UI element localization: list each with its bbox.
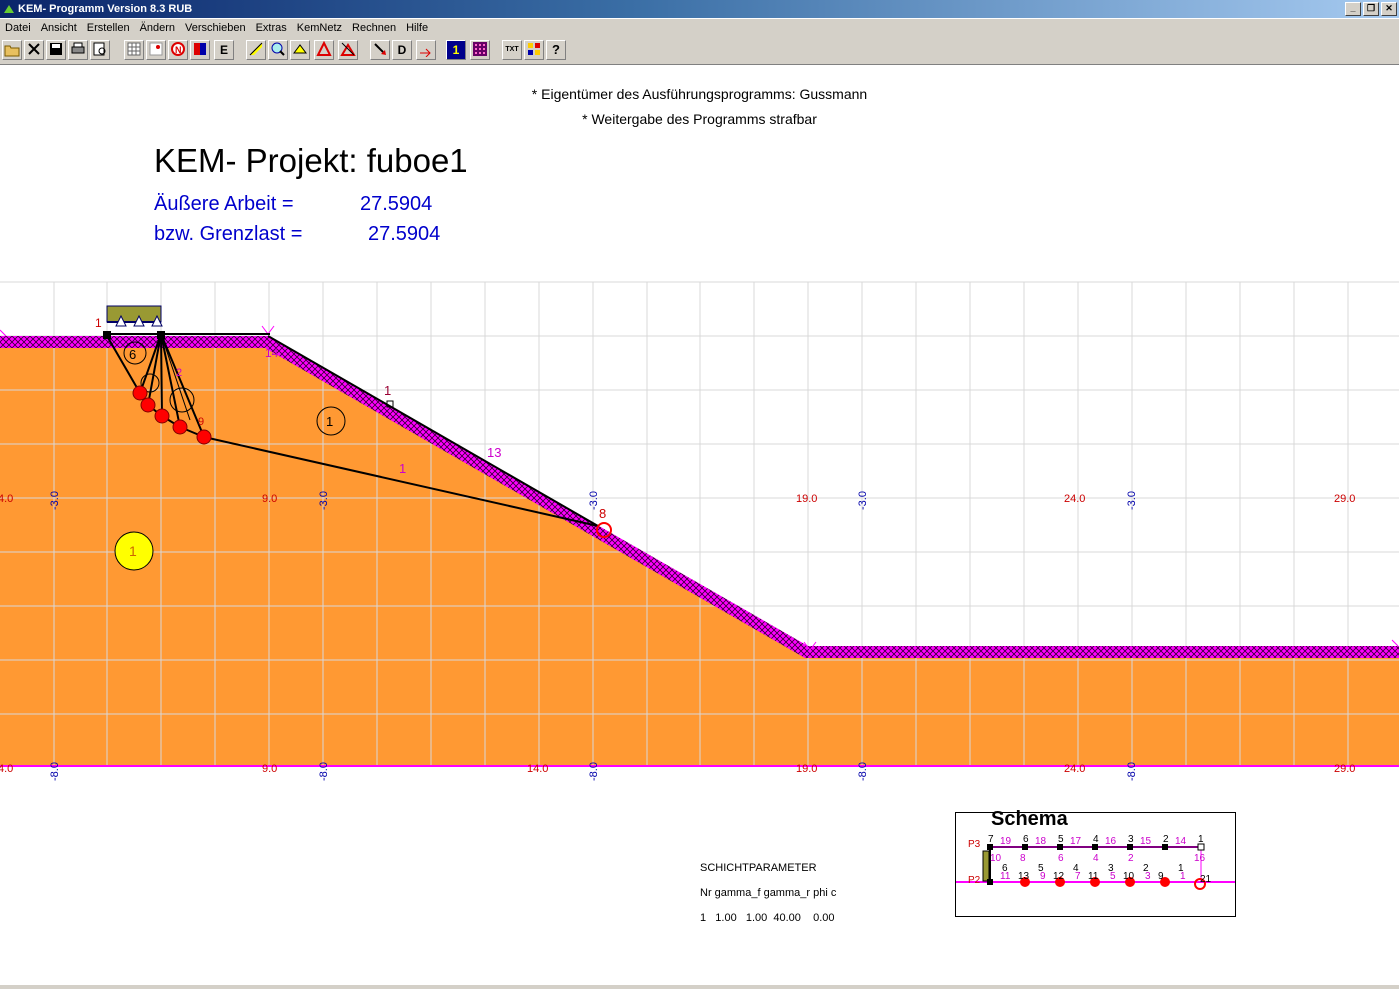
schema-bb-4: 9: [1158, 871, 1164, 882]
schema-tm-4: 15: [1140, 836, 1152, 847]
line-1-label: 1: [384, 383, 391, 398]
axis-upper-blue-1: -3.0: [318, 491, 330, 510]
schema-tb-5: 2: [1163, 834, 1169, 845]
schema-mm-1: 8: [1020, 853, 1026, 864]
node-square-left: [103, 331, 111, 339]
node-9-label: 9: [198, 416, 204, 428]
schema-bm-2: 7: [1075, 871, 1081, 882]
slope-node-label: 13: [487, 445, 501, 460]
schema-mm-0: 10: [990, 853, 1002, 864]
mid-node-label: 14: [265, 346, 279, 360]
schema-bb-1: 12: [1053, 871, 1065, 882]
schema-bm-5: 1: [1180, 871, 1186, 882]
schema-tm-1: 18: [1035, 836, 1047, 847]
axis-lower-blue-2: -8.0: [588, 762, 600, 781]
schema-bb-0: 13: [1018, 871, 1030, 882]
schicht-title: SCHICHTPARAMETER: [700, 862, 817, 874]
schema-bm-0: 11: [1000, 871, 1011, 882]
schema-tb-4: 3: [1128, 834, 1134, 845]
schema-mm-3: 4: [1093, 853, 1099, 864]
axis-lower-red-5: 29.0: [1334, 763, 1355, 775]
schema-bb-3: 10: [1123, 871, 1135, 882]
schema-tb-2: 5: [1058, 834, 1064, 845]
schema-p3: P3: [968, 839, 981, 850]
axis-upper-blue-4: -3.0: [1126, 491, 1138, 510]
axis-upper-red-2: 19.0: [796, 493, 817, 505]
schema-tb-0: 7: [988, 834, 994, 845]
schema-tm-0: 19: [1000, 836, 1012, 847]
schema-mm-5: 16: [1194, 853, 1206, 864]
schema-panel: Schema P3 P2 7 6 5 4 3 2 1 19 18 17 16 1…: [955, 808, 1236, 917]
body-6-label: 6: [129, 347, 136, 362]
axis-upper-red-0: 4.0: [0, 493, 13, 505]
slip-line-label: 1: [399, 461, 406, 476]
footing: [106, 305, 270, 335]
schema-mm-4: 2: [1128, 853, 1134, 864]
schema-bm-3: 5: [1110, 871, 1116, 882]
schicht-row: 1 1.00 1.00 40.00 0.00: [700, 912, 835, 924]
schichtparameter: SCHICHTPARAMETER Nr gamma_f gamma_r phi …: [700, 856, 836, 931]
layer-1-label: 1: [129, 543, 137, 559]
end-node-label: 8: [599, 506, 606, 521]
schicht-header: Nr gamma_f gamma_r phi c: [700, 887, 837, 899]
axis-upper-red-4: 29.0: [1334, 493, 1355, 505]
schema-tb-1: 6: [1023, 834, 1029, 845]
schema-bb-2: 11: [1088, 871, 1099, 882]
body-1-label: 1: [326, 414, 333, 429]
footing-node-label: 1: [95, 316, 102, 330]
schema-tb-6: 1: [1198, 834, 1204, 845]
schema-diagram: P3 P2 7 6 5 4 3 2 1 19 18 17 16 15 14 10…: [956, 834, 1235, 890]
schema-mm-2: 6: [1058, 853, 1064, 864]
axis-lower-blue-3: -8.0: [857, 762, 869, 781]
schema-bm-1: 9: [1040, 871, 1046, 882]
schema-tm-5: 14: [1175, 836, 1187, 847]
node-square-right: [157, 331, 165, 339]
axis-lower-blue-1: -8.0: [318, 762, 330, 781]
axis-upper-blue-0: -3.0: [49, 491, 61, 510]
axis-upper-blue-3: -3.0: [857, 491, 869, 510]
axis-lower-blue-4: -8.0: [1126, 762, 1138, 781]
node-2-label: 2: [176, 367, 182, 379]
schema-p2: P2: [968, 875, 981, 886]
axis-upper-blue-2: -3.0: [588, 491, 600, 510]
schema-tm-2: 17: [1070, 836, 1082, 847]
axis-lower-red-2: 14.0: [527, 763, 548, 775]
axis-lower-red-3: 19.0: [796, 763, 817, 775]
schema-tm-3: 16: [1105, 836, 1117, 847]
axis-lower-red-4: 24.0: [1064, 763, 1085, 775]
schema-bb-5: 21: [1200, 874, 1212, 885]
axis-lower-blue-0: -8.0: [49, 762, 61, 781]
status-strip: [0, 985, 1399, 989]
schema-tb-3: 4: [1093, 834, 1099, 845]
axis-lower-red-1: 9.0: [262, 763, 277, 775]
schema-bm-4: 3: [1145, 871, 1151, 882]
axis-upper-red-1: 9.0: [262, 493, 277, 505]
axis-lower-red-0: 4.0: [0, 763, 13, 775]
axis-upper-red-3: 24.0: [1064, 493, 1085, 505]
